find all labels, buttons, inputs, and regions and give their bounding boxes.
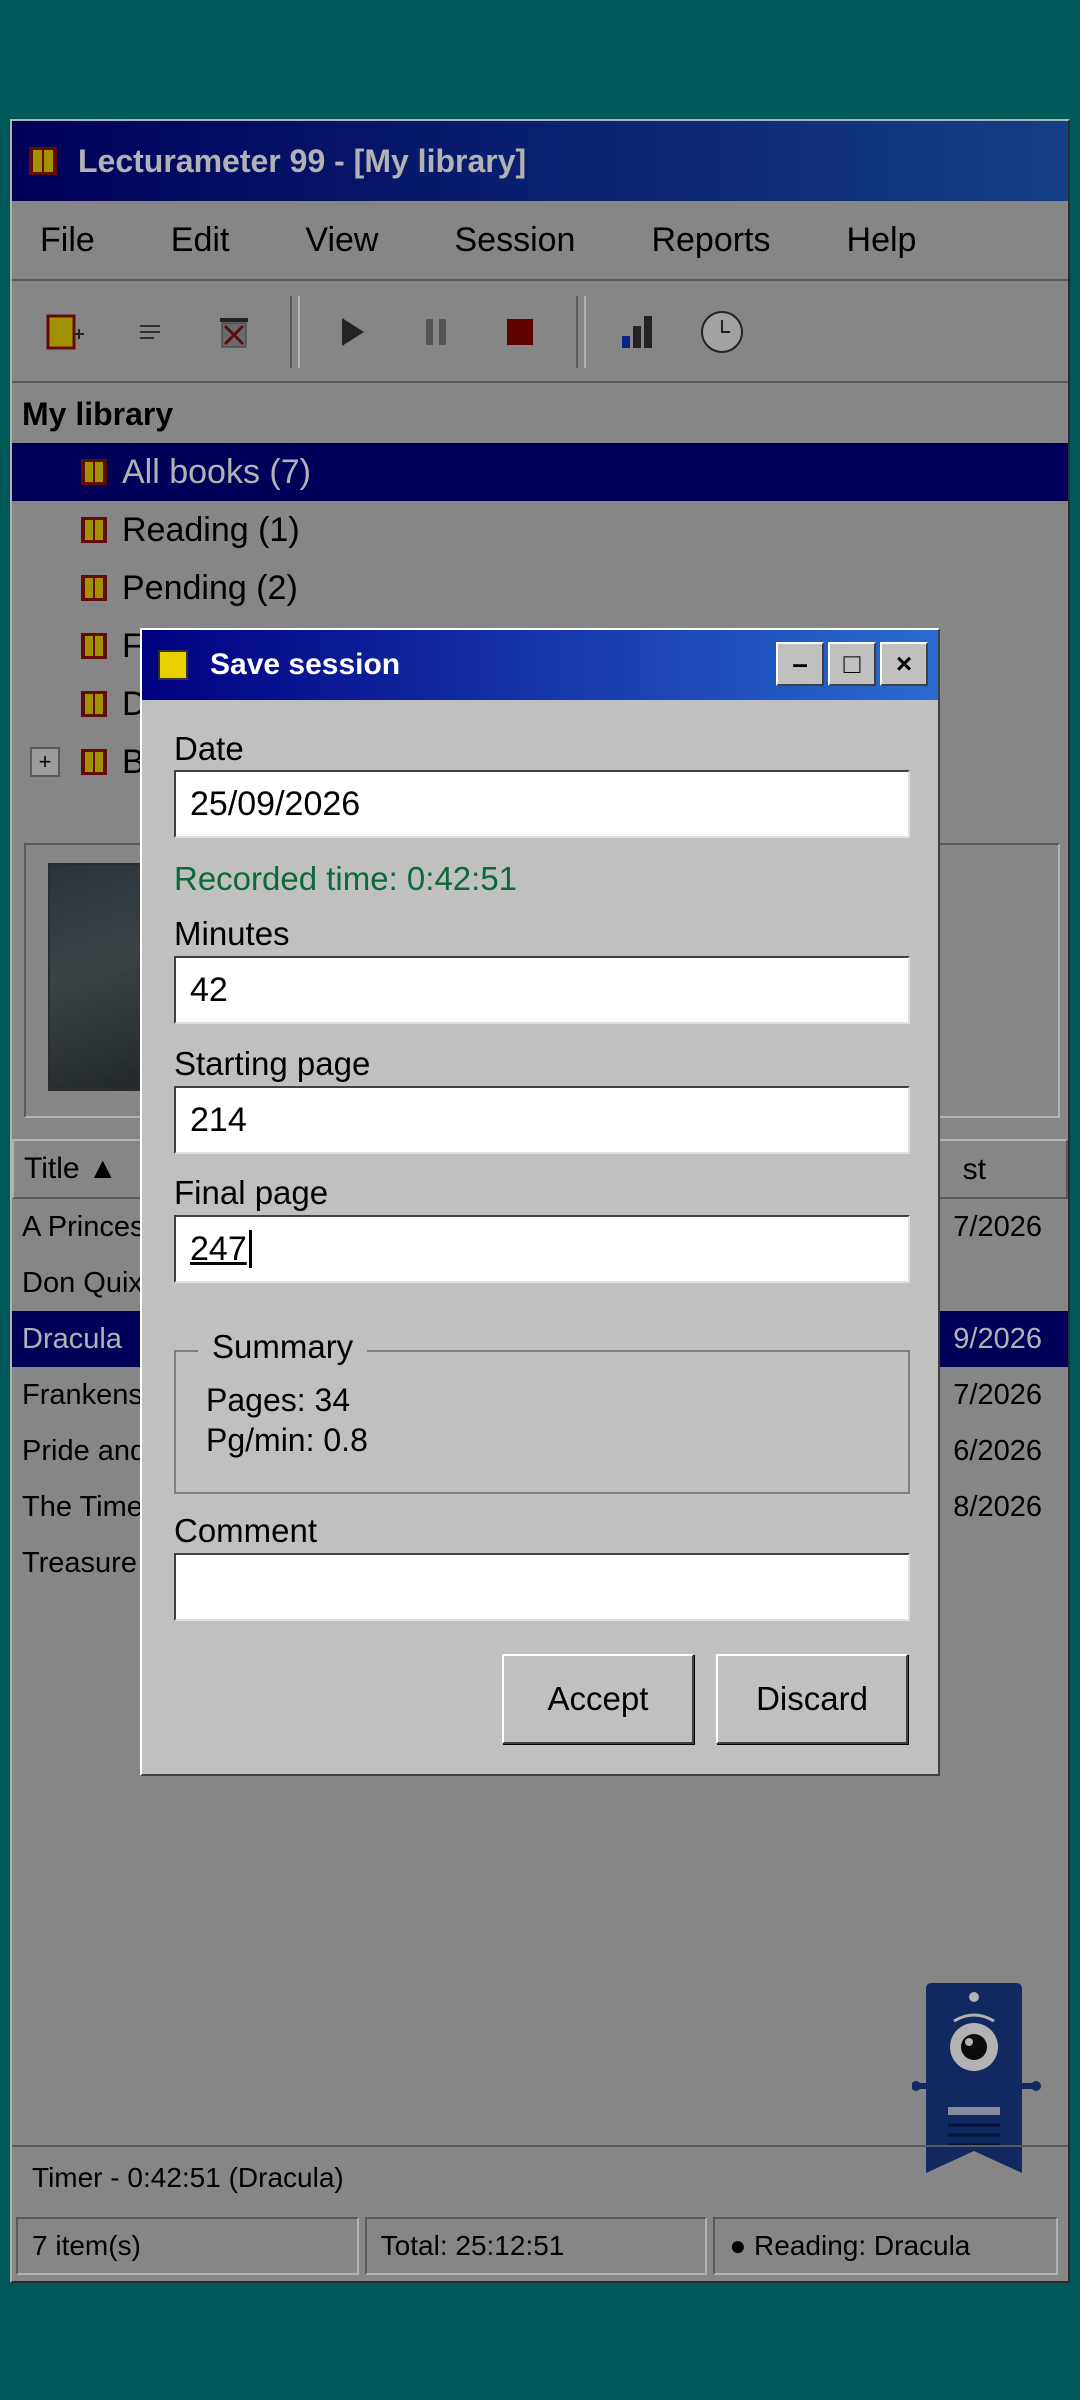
- maximize-button[interactable]: □: [828, 642, 876, 686]
- discard-button[interactable]: Discard: [716, 1654, 908, 1744]
- recorded-time: Recorded time: 0:42:51: [174, 860, 518, 897]
- save-session-dialog: Save session – □ × Date 25/09/2026 Recor…: [140, 628, 940, 1776]
- minutes-label: Minutes: [174, 915, 290, 952]
- summary-pages: Pages: 34: [206, 1382, 351, 1418]
- dialog-title: Save session: [210, 648, 401, 681]
- starting-page-label: Starting page: [174, 1045, 371, 1082]
- starting-page-value: 214: [190, 1100, 247, 1139]
- minimize-icon: –: [792, 648, 808, 679]
- dialog-title-bar[interactable]: Save session – □ ×: [142, 630, 938, 700]
- final-page-label: Final page: [174, 1174, 329, 1211]
- summary-legend: Summary: [198, 1328, 368, 1366]
- starting-page-field[interactable]: 214: [174, 1086, 910, 1154]
- minutes-value: 42: [190, 970, 228, 1009]
- summary-group: Summary Pages: 34 Pg/min: 0.8: [174, 1328, 910, 1494]
- summary-rate: Pg/min: 0.8: [206, 1422, 368, 1458]
- minimize-button[interactable]: –: [776, 642, 824, 686]
- text-caret: [248, 1230, 252, 1268]
- close-icon: ×: [895, 648, 913, 679]
- dialog-book-icon: [158, 650, 188, 680]
- comment-label: Comment: [174, 1512, 318, 1549]
- comment-field[interactable]: [174, 1553, 910, 1621]
- close-button[interactable]: ×: [880, 642, 928, 686]
- final-page-value: 247: [190, 1229, 247, 1268]
- date-label: Date: [174, 730, 244, 767]
- date-value: 25/09/2026: [190, 784, 361, 823]
- final-page-field[interactable]: 247: [174, 1215, 910, 1283]
- date-field[interactable]: 25/09/2026: [174, 770, 910, 838]
- accept-button[interactable]: Accept: [502, 1654, 694, 1744]
- maximize-icon: □: [843, 648, 861, 679]
- minutes-field[interactable]: 42: [174, 956, 910, 1024]
